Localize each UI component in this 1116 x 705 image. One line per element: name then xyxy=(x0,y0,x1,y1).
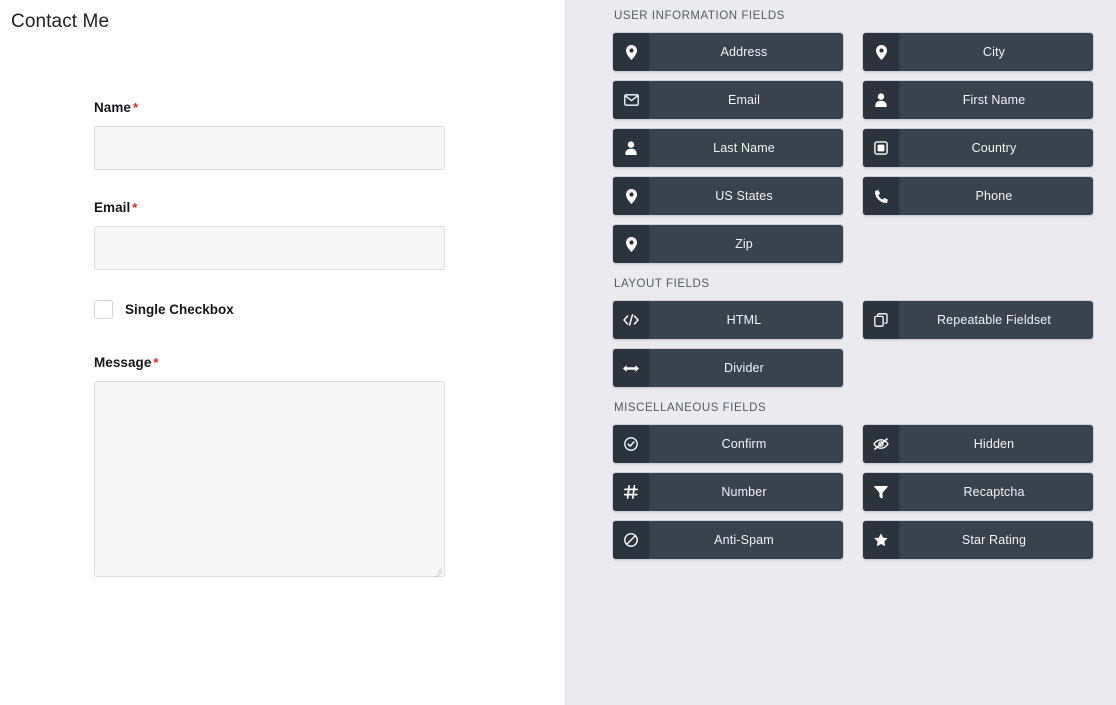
palette-button-label: Zip xyxy=(735,237,753,251)
form-field-single-checkbox[interactable]: Single Checkbox xyxy=(94,300,454,319)
form-builder-screen: Contact Me Name * Email * Single Checkbox Mes… xyxy=(0,0,1116,705)
palette-button-label: First Name xyxy=(962,93,1026,107)
palette-button-html[interactable]: HTML xyxy=(612,300,844,340)
palette-button-recaptcha[interactable]: Recaptcha xyxy=(862,472,1094,512)
palette-button-star-rating[interactable]: Star Rating xyxy=(862,520,1094,560)
palette-button-label: Divider xyxy=(724,361,764,375)
field-label-message: Message * xyxy=(94,355,454,370)
palette-section: MISCELLANEOUS FIELDS Confirm Hidden Number R… xyxy=(612,402,1094,560)
field-label-text: Email xyxy=(94,200,131,215)
palette-button-label: HTML xyxy=(726,313,762,327)
palette-button-label: City xyxy=(982,45,1006,59)
palette-button-label: Country xyxy=(971,141,1017,155)
palette-button-label: Star Rating xyxy=(961,533,1027,547)
palette-button-label: Recaptcha xyxy=(963,485,1025,499)
field-label-email: Email * xyxy=(94,200,454,215)
arrows-horizontal-icon xyxy=(613,349,649,387)
input-email[interactable] xyxy=(94,226,445,270)
field-label-text: Name xyxy=(94,100,131,115)
code-icon xyxy=(613,301,649,339)
form-field-email: Email * xyxy=(94,200,454,270)
palette-button-country[interactable]: Country xyxy=(862,128,1094,168)
palette-button-label: Email xyxy=(727,93,760,107)
textarea-message[interactable] xyxy=(94,381,445,577)
eye-slash-icon xyxy=(863,425,899,463)
form-field-name: Name * xyxy=(94,100,454,170)
palette-button-label: Number xyxy=(721,485,767,499)
palette-button-grid: HTML Repeatable Fieldset Divider xyxy=(612,300,1094,388)
palette-button-divider[interactable]: Divider xyxy=(612,348,844,388)
palette-button-anti-spam[interactable]: Anti-Spam xyxy=(612,520,844,560)
phone-icon xyxy=(863,177,899,215)
map-pin-icon xyxy=(613,225,649,263)
palette-button-phone[interactable]: Phone xyxy=(862,176,1094,216)
palette-button-label: Confirm xyxy=(721,437,767,451)
palette-button-email[interactable]: Email xyxy=(612,80,844,120)
funnel-icon xyxy=(863,473,899,511)
ban-icon xyxy=(613,521,649,559)
palette-button-first-name[interactable]: First Name xyxy=(862,80,1094,120)
required-indicator: * xyxy=(132,100,139,115)
map-pin-icon xyxy=(613,33,649,71)
palette-section-title: USER INFORMATION FIELDS xyxy=(614,10,785,22)
palette-button-address[interactable]: Address xyxy=(612,32,844,72)
field-label-text: Message xyxy=(94,355,152,370)
checkbox-label: Single Checkbox xyxy=(125,302,234,317)
palette-button-label: Address xyxy=(720,45,768,59)
user-icon xyxy=(613,129,649,167)
palette-section-title: MISCELLANEOUS FIELDS xyxy=(614,402,767,414)
form-field-message: Message * xyxy=(94,355,454,579)
palette-button-repeatable-fieldset[interactable]: Repeatable Fieldset xyxy=(862,300,1094,340)
palette-button-us-states[interactable]: US States xyxy=(612,176,844,216)
user-icon xyxy=(863,81,899,119)
square-icon xyxy=(863,129,899,167)
palette-button-grid: Address City Email First Name Last Name Count… xyxy=(612,32,1094,264)
palette-button-hidden[interactable]: Hidden xyxy=(862,424,1094,464)
copy-icon xyxy=(863,301,899,339)
palette-button-grid: Confirm Hidden Number Recaptcha Anti-Spam Sta… xyxy=(612,424,1094,560)
field-label-name: Name * xyxy=(94,100,454,115)
envelope-icon xyxy=(613,81,649,119)
map-pin-icon xyxy=(863,33,899,71)
palette-button-zip[interactable]: Zip xyxy=(612,224,844,264)
palette-button-label: Hidden xyxy=(973,437,1015,451)
page-title: Contact Me xyxy=(11,11,110,32)
form-fields-container: Name * Email * Single Checkbox Message * xyxy=(94,100,454,607)
checkbox-single-checkbox[interactable] xyxy=(94,300,113,319)
hashtag-icon xyxy=(613,473,649,511)
palette-section: LAYOUT FIELDS HTML Repeatable Fieldset Divi… xyxy=(612,278,1094,388)
palette-section: USER INFORMATION FIELDS Address City Email F… xyxy=(612,10,1094,264)
check-circle-icon xyxy=(613,425,649,463)
required-indicator: * xyxy=(132,200,138,215)
required-indicator: * xyxy=(153,355,159,370)
palette-button-number[interactable]: Number xyxy=(612,472,844,512)
palette-button-last-name[interactable]: Last Name xyxy=(612,128,844,168)
palette-section-title: LAYOUT FIELDS xyxy=(614,278,710,290)
palette-button-city[interactable]: City xyxy=(862,32,1094,72)
textarea-wrapper xyxy=(94,381,445,579)
input-name[interactable] xyxy=(94,126,445,170)
palette-button-label: US States xyxy=(715,189,773,203)
form-preview-pane: Contact Me Name * Email * Single Checkbox Mes… xyxy=(0,0,565,705)
palette-button-confirm[interactable]: Confirm xyxy=(612,424,844,464)
field-palette-panel: USER INFORMATION FIELDS Address City Email F… xyxy=(565,0,1116,705)
palette-button-label: Repeatable Fieldset xyxy=(936,313,1052,327)
palette-button-label: Anti-Spam xyxy=(714,533,774,547)
map-pin-icon xyxy=(613,177,649,215)
palette-button-label: Last Name xyxy=(713,141,775,155)
palette-button-label: Phone xyxy=(975,189,1013,203)
star-half-icon xyxy=(863,521,899,559)
